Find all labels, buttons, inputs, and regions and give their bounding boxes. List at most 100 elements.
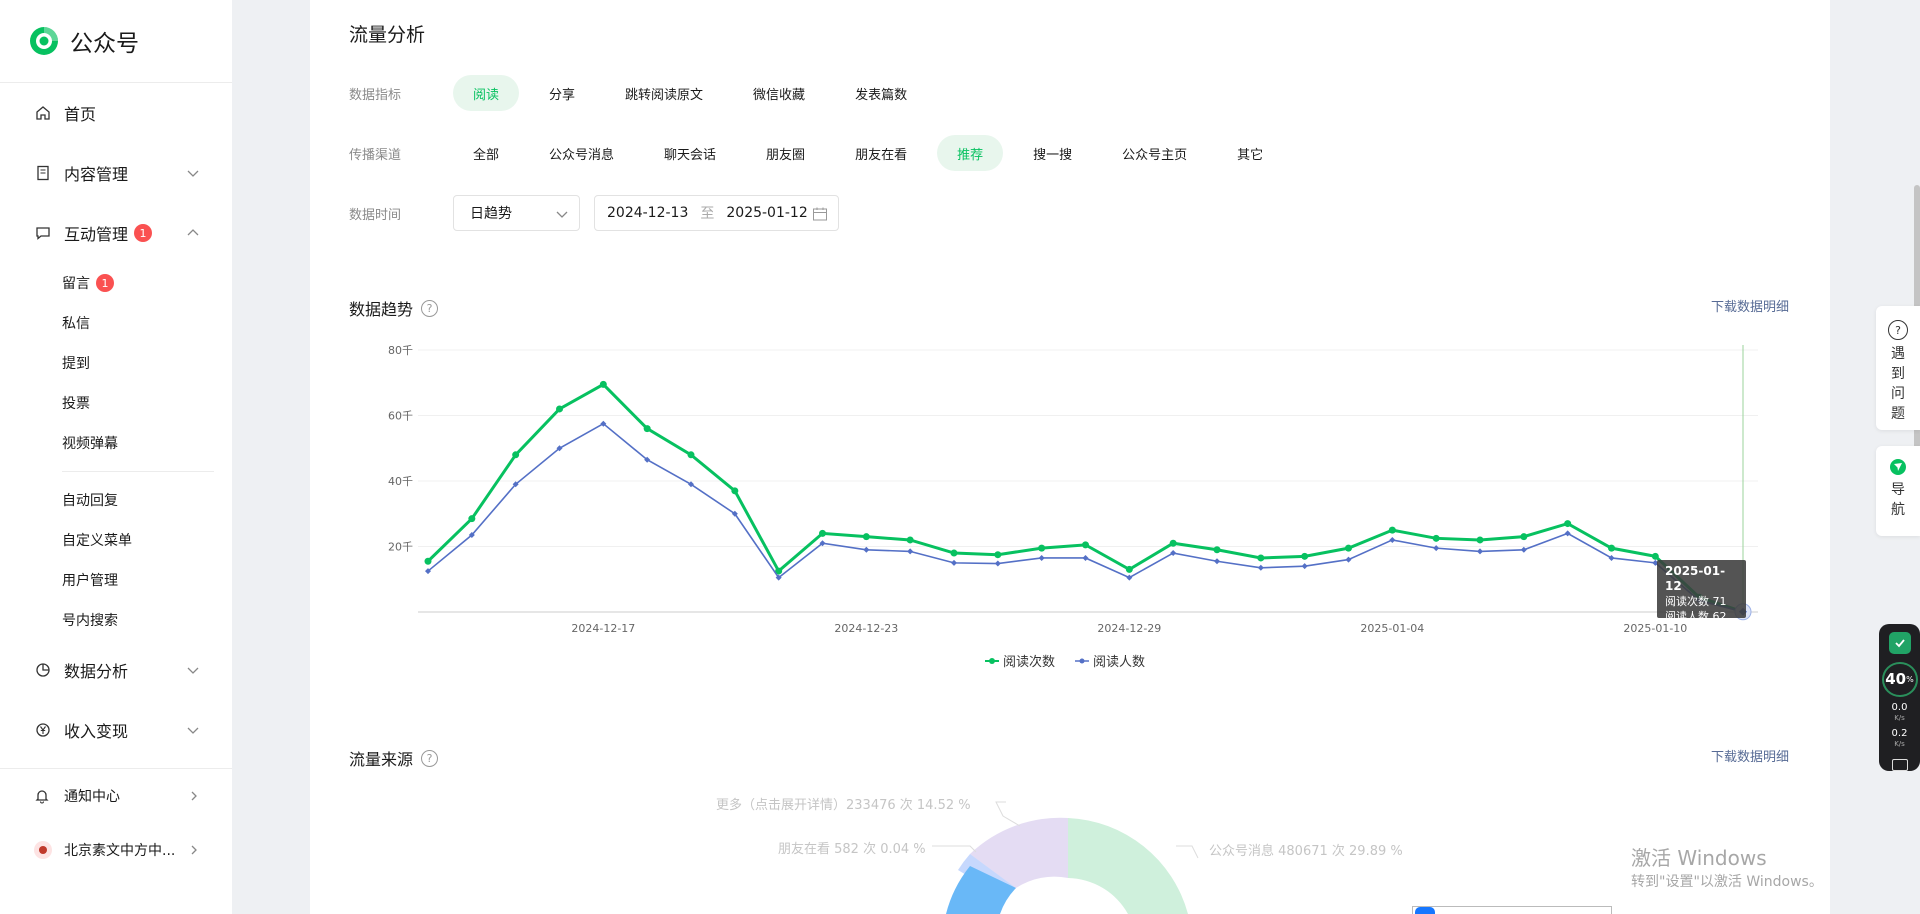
usage-percent-value: 40: [1885, 670, 1907, 689]
data-point-reads: [643, 425, 651, 433]
sidebar-item-votes[interactable]: 投票: [0, 383, 232, 423]
channel-pill-recommend[interactable]: 推荐: [937, 135, 1004, 171]
metric-pill-posts[interactable]: 发表篇数: [835, 75, 927, 111]
sidebar-item-custom-menu[interactable]: 自定义菜单: [0, 520, 232, 560]
source-download-link[interactable]: 下载数据明细: [1711, 746, 1789, 765]
speed-unit: K/s: [1894, 740, 1905, 749]
pie-svg: [932, 801, 1199, 914]
data-point-reads: [1257, 554, 1265, 562]
data-point-reads: [950, 549, 958, 557]
tooltip-readers: 阅读人数 62: [1665, 610, 1727, 623]
chat-bubble-icon: [34, 224, 52, 242]
help-icon[interactable]: ?: [421, 749, 439, 767]
nav-notifications[interactable]: 通知中心: [0, 769, 232, 823]
sidebar-item-messages[interactable]: 私信: [0, 303, 232, 343]
upload-speed: 0.0 K/s: [1892, 703, 1908, 723]
pie-label-friends: 朋友在看 582 次 0.04 %: [778, 842, 926, 857]
nav-monetize[interactable]: 收入变现: [0, 700, 232, 760]
navigation-icon: [1890, 459, 1906, 475]
home-icon: [34, 104, 52, 122]
help-float-button[interactable]: ? 遇 到 问 题: [1876, 306, 1920, 430]
comments-badge: 1: [96, 274, 114, 292]
data-point-reads: [512, 451, 520, 459]
windows-activation-watermark: 激活 Windows 转到"设置"以激活 Windows。: [1631, 842, 1823, 891]
channel-pill-friends-watching[interactable]: 朋友在看: [835, 135, 927, 171]
nav-char: 航: [1891, 502, 1905, 518]
pie-label-official: 公众号消息 480671 次 29.89 %: [1209, 844, 1403, 859]
date-from: 2024-12-13: [607, 205, 689, 221]
channel-pill-other[interactable]: 其它: [1217, 135, 1283, 171]
nav-home[interactable]: 首页: [0, 83, 232, 143]
y-tick-label: 60千: [388, 410, 413, 423]
chevron-down-icon: [556, 211, 568, 218]
channel-pill-all[interactable]: 全部: [453, 135, 519, 171]
download-speed: 0.2 K/s: [1892, 729, 1908, 749]
data-point-readers: [907, 548, 914, 555]
nav-interaction[interactable]: 互动管理 1: [0, 203, 232, 263]
usage-percent-unit: %: [1906, 674, 1914, 684]
channel-pill-moments[interactable]: 朋友圈: [746, 135, 825, 171]
metric-pill-favorite[interactable]: 微信收藏: [733, 75, 825, 111]
data-point-reads: [1082, 541, 1089, 549]
nav-content[interactable]: 内容管理: [0, 143, 232, 203]
data-point-reads: [1301, 552, 1309, 560]
network-monitor-widget[interactable]: 40% 0.0 K/s 0.2 K/s: [1879, 624, 1920, 771]
partial-widget: [1412, 906, 1612, 914]
sidebar-item-user-management[interactable]: 用户管理: [0, 560, 232, 600]
sidebar-item-label: 私信: [62, 316, 90, 332]
bell-icon: [34, 788, 52, 804]
pie-leader-line: [995, 801, 1021, 827]
sidebar-item-label: 用户管理: [62, 573, 118, 589]
data-point-reads: [1651, 552, 1659, 560]
data-point-reads: [862, 533, 870, 541]
channel-pill-messages[interactable]: 公众号消息: [529, 135, 634, 171]
granularity-value: 日趋势: [470, 206, 512, 222]
help-icon[interactable]: ?: [421, 299, 439, 317]
speed-unit: K/s: [1894, 714, 1905, 723]
app-logo[interactable]: 公众号: [0, 0, 232, 82]
nav-analytics[interactable]: 数据分析: [0, 640, 232, 700]
data-point-reads: [1169, 539, 1177, 547]
data-point-reads: [1564, 520, 1572, 528]
shield-check-icon: [1888, 632, 1911, 654]
app-name: 公众号: [70, 31, 139, 57]
channel-pill-chat[interactable]: 聊天会话: [644, 135, 736, 171]
date-to: 2025-01-12: [726, 205, 808, 221]
chevron-down-icon: [187, 727, 199, 734]
trend-title: 数据趋势: [349, 300, 414, 319]
pie-slice-official[interactable]: [1068, 818, 1188, 914]
metric-pill-share[interactable]: 分享: [529, 75, 595, 111]
data-point-reads: [819, 529, 826, 537]
legend-label: 阅读人数: [1093, 655, 1146, 670]
data-point-readers: [1608, 554, 1615, 561]
metric-pill-read-original[interactable]: 跳转阅读原文: [605, 75, 723, 111]
sidebar-item-mentions[interactable]: 提到: [0, 343, 232, 383]
nav-account[interactable]: 北京素文中方中...: [0, 823, 232, 877]
help-text: 遇 到 问 题: [1890, 344, 1906, 424]
y-tick-label: 80千: [388, 344, 413, 357]
data-point-readers: [1038, 554, 1045, 561]
channel-pill-homepage[interactable]: 公众号主页: [1102, 135, 1207, 171]
download-speed-value: 0.2: [1891, 728, 1908, 740]
sidebar-item-comments[interactable]: 留言 1: [0, 263, 232, 303]
sidebar-item-label: 提到: [62, 356, 90, 372]
legend-item-reads[interactable]: 阅读次数: [985, 651, 1055, 670]
trend-download-link[interactable]: 下载数据明细: [1711, 296, 1789, 315]
pie-chart-icon: [34, 661, 52, 679]
data-point-reads: [994, 551, 1002, 559]
x-tick-label: 2024-12-17: [571, 622, 635, 635]
sidebar-item-auto-reply[interactable]: 自动回复: [0, 480, 232, 520]
granularity-select[interactable]: 日趋势: [453, 195, 580, 231]
channel-pill-search[interactable]: 搜一搜: [1013, 135, 1092, 171]
data-point-reads: [1125, 565, 1133, 573]
sidebar-item-danmaku[interactable]: 视频弹幕: [0, 423, 232, 463]
sidebar-item-in-account-search[interactable]: 号内搜索: [0, 600, 232, 640]
pie-leader-line: [932, 845, 977, 853]
metric-pill-read[interactable]: 阅读: [453, 75, 520, 111]
legend-item-readers[interactable]: 阅读人数: [1075, 651, 1145, 670]
nav-interaction-label: 互动管理: [64, 225, 129, 244]
data-point-reads: [1520, 533, 1528, 541]
source-pie-chart: 更多（点击展开详情）233476 次 14.52 % 朋友在看 582 次 0.…: [310, 780, 1830, 914]
nav-float-button[interactable]: 导 航: [1876, 446, 1920, 536]
date-range-picker[interactable]: 2024-12-13 至 2025-01-12: [594, 195, 839, 231]
